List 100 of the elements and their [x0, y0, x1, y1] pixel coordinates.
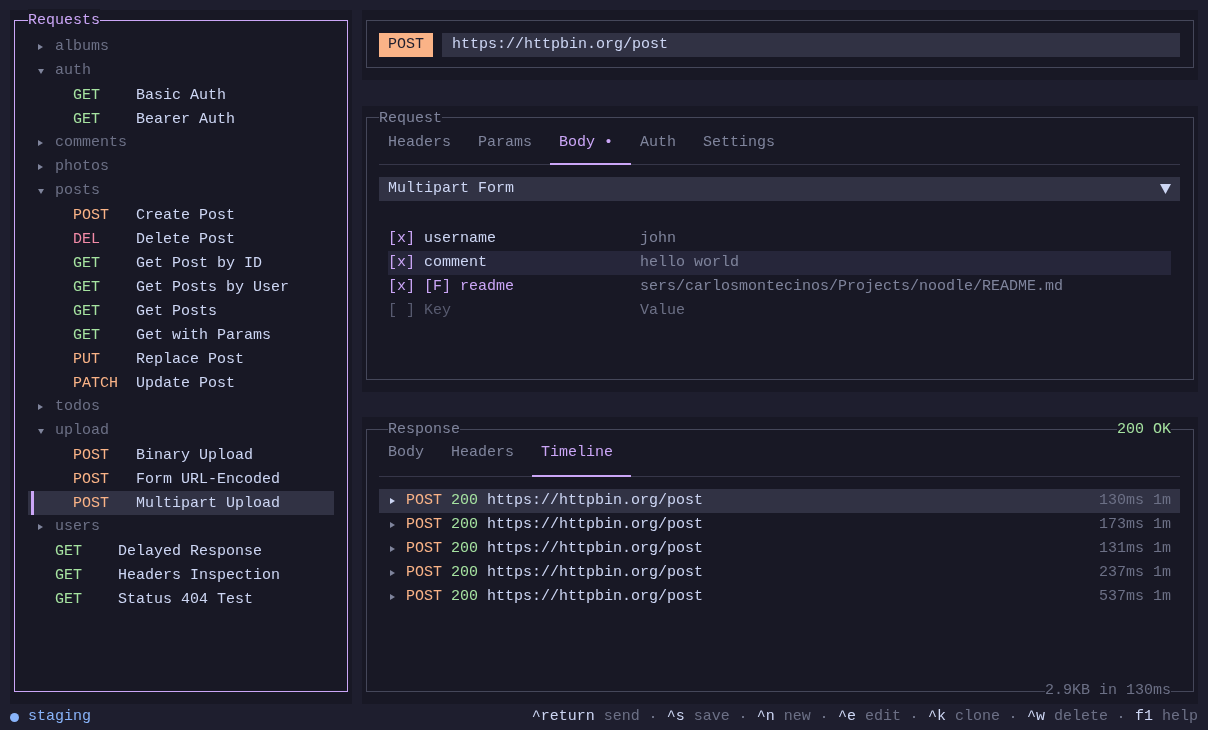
request-name: Binary Upload — [136, 446, 254, 464]
request-url: https://httpbin.org/post — [487, 491, 705, 511]
method-label: POST — [73, 206, 109, 224]
request-item[interactable]: POST Binary Upload — [73, 443, 254, 467]
tab[interactable]: Params — [469, 129, 551, 165]
tab[interactable]: Timeline — [532, 441, 632, 477]
timeline-entry[interactable]: POST 200 https://httpbin.org/post 130ms 1m — [379, 489, 1180, 513]
environment-dot-icon — [10, 712, 19, 722]
request-name: Create Post — [136, 206, 236, 224]
folder-item[interactable]: posts — [38, 179, 100, 203]
request-item[interactable]: PATCH Update Post — [73, 371, 236, 395]
shortcut-label: new — [783, 707, 811, 727]
body-type-dropdown[interactable]: Multipart Form — [379, 177, 1180, 201]
method-label: POST — [73, 470, 109, 488]
checkbox[interactable]: [x] — [388, 227, 415, 251]
request-item[interactable]: GET Get with Params — [73, 323, 272, 347]
tab[interactable]: Body • — [550, 129, 632, 165]
age-label: 1m — [1153, 491, 1171, 511]
method-label: GET — [73, 254, 100, 272]
timeline-entry[interactable]: POST 200 https://httpbin.org/post 537ms 1m — [379, 585, 1180, 609]
tab[interactable]: Settings — [694, 129, 794, 165]
folder-item[interactable]: upload — [38, 419, 109, 443]
request-name: Replace Post — [136, 350, 245, 368]
url-field[interactable]: https://httpbin.org/post — [442, 33, 1180, 57]
timeline-entry[interactable]: POST 200 https://httpbin.org/post 237ms 1m — [379, 561, 1180, 585]
age-label: 1m — [1153, 539, 1171, 559]
shortcut-label: delete — [1053, 707, 1108, 727]
status-label: 200 — [451, 587, 479, 607]
request-item[interactable]: POST Form URL-Encoded — [73, 467, 281, 491]
request-item[interactable]: PUT Replace Post — [73, 347, 245, 371]
form-row[interactable]: [x] [F] readme sers/carlosmontecinos/Projects/noodle/README.md — [388, 275, 1064, 299]
request-item[interactable]: GET Status 404 Test — [55, 587, 254, 611]
method-label: POST — [406, 515, 442, 535]
duration-label: 131ms — [1098, 539, 1144, 559]
method-label: POST — [73, 446, 109, 464]
request-item[interactable]: GET Delayed Response — [55, 539, 263, 563]
caret-right-icon — [390, 546, 395, 552]
shortcut-key: f1 — [1134, 705, 1153, 729]
field-key: username — [424, 227, 497, 251]
field-value: hello world — [640, 253, 740, 273]
folder-item[interactable]: todos — [38, 395, 100, 419]
method-label: POST — [406, 491, 442, 511]
request-name: Delayed Response — [118, 542, 263, 560]
duration-label: 130ms — [1098, 491, 1144, 511]
shortcut-key: ^k — [927, 705, 946, 729]
request-item[interactable]: POST Create Post — [73, 203, 236, 227]
request-name: Form URL-Encoded — [136, 470, 281, 488]
request-item[interactable]: GET Basic Auth — [73, 83, 226, 107]
value-input[interactable]: Value — [640, 299, 720, 323]
method-badge[interactable]: POST — [379, 33, 433, 57]
key-input[interactable]: Key — [424, 299, 484, 323]
request-item[interactable]: GET Get Posts by User — [73, 275, 290, 299]
field-value: sers/carlosmontecinos/Projects/noodle/README.md — [640, 277, 1064, 297]
folder-item[interactable]: comments — [38, 131, 127, 155]
request-url: https://httpbin.org/post — [487, 539, 705, 559]
request-item[interactable]: GET Get Posts — [73, 299, 217, 323]
request-item[interactable]: DEL Delete Post — [73, 227, 236, 251]
request-item[interactable]: POST Multipart Upload — [28, 491, 334, 515]
status-label: 200 — [451, 539, 479, 559]
caret-right-icon — [390, 498, 395, 504]
form-row[interactable]: [x] comment hello world — [388, 251, 1171, 275]
method-label: POST — [406, 587, 442, 607]
folder-item[interactable]: users — [38, 515, 100, 539]
method-label: POST — [406, 563, 442, 583]
timeline-entry[interactable]: POST 200 https://httpbin.org/post 173ms 1m — [379, 513, 1180, 537]
request-item[interactable]: GET Headers Inspection — [55, 563, 281, 587]
file-tag: [F] — [424, 275, 452, 299]
request-name: Basic Auth — [136, 86, 226, 104]
shortcut-key: ^s — [666, 705, 685, 729]
tab[interactable]: Headers — [379, 129, 469, 165]
request-item[interactable]: GET Bearer Auth — [73, 107, 236, 131]
folder-item[interactable]: albums — [38, 35, 109, 59]
status-label: 200 — [451, 515, 479, 535]
request-url: https://httpbin.org/post — [487, 515, 705, 535]
shortcut-label: send — [603, 707, 640, 727]
checkbox[interactable]: [x] — [388, 251, 415, 275]
age-label: 1m — [1153, 563, 1171, 583]
caret-right-icon — [390, 570, 395, 576]
environment-name[interactable]: staging — [28, 705, 91, 729]
timeline-entry[interactable]: POST 200 https://httpbin.org/post 131ms 1m — [379, 537, 1180, 561]
tab[interactable]: Headers — [442, 441, 533, 477]
checkbox[interactable]: [x] — [388, 275, 415, 299]
method-label: POST — [406, 539, 442, 559]
caret-right-icon — [390, 594, 395, 600]
folder-item[interactable]: auth — [38, 59, 91, 83]
age-label: 1m — [1153, 587, 1171, 607]
tab[interactable]: Auth — [631, 129, 695, 165]
request-name: Get with Params — [136, 326, 272, 344]
method-label: GET — [73, 278, 100, 296]
method-label: POST — [73, 494, 109, 512]
request-url: https://httpbin.org/post — [487, 587, 705, 607]
shortcut-label: edit — [864, 707, 901, 727]
method-label: PATCH — [73, 374, 118, 392]
request-item[interactable]: GET Get Post by ID — [73, 251, 263, 275]
folder-item[interactable]: photos — [38, 155, 109, 179]
form-row[interactable]: [x] username john — [388, 227, 676, 251]
field-value: john — [640, 229, 676, 249]
tab[interactable]: Body — [379, 441, 442, 477]
method-label: GET — [73, 110, 100, 128]
request-name: Headers Inspection — [118, 566, 281, 584]
